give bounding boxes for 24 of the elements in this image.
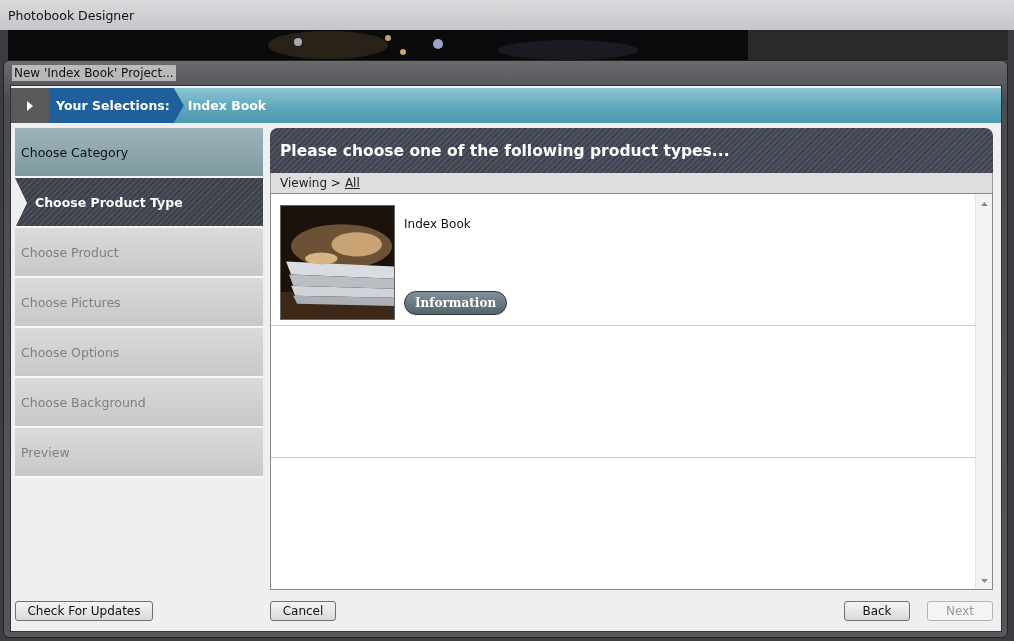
check-updates-button[interactable]: Check For Updates xyxy=(15,600,153,621)
step-item[interactable]: Choose Product Type xyxy=(15,178,263,228)
breadcrumb-label: Your Selections: xyxy=(49,88,184,123)
scroll-up-icon xyxy=(980,202,988,206)
step-item[interactable]: Preview xyxy=(15,428,263,478)
step-item[interactable]: Choose Options xyxy=(15,328,263,378)
window-title: Photobook Designer xyxy=(8,7,135,23)
scrollbar[interactable] xyxy=(975,194,992,589)
filter-link[interactable]: All xyxy=(344,176,360,190)
cancel-button[interactable]: Cancel xyxy=(270,600,336,621)
information-button[interactable]: Information xyxy=(404,291,508,315)
play-icon xyxy=(26,99,34,112)
breadcrumb-value: Index Book xyxy=(186,97,267,115)
panel-title: Please choose one of the following product types... xyxy=(280,141,730,160)
step-item[interactable]: Choose Background xyxy=(15,378,263,428)
step-item[interactable]: Choose Pictures xyxy=(15,278,263,328)
viewing-label: Viewing > xyxy=(280,176,341,190)
step-item[interactable]: Choose Product xyxy=(15,228,263,278)
scroll-down-icon xyxy=(980,579,988,583)
expand-button[interactable] xyxy=(11,88,49,123)
back-button[interactable]: Back xyxy=(844,600,910,621)
dialog-title: New 'Index Book' Project... xyxy=(12,65,176,81)
product-name: Index Book xyxy=(404,217,471,231)
step-item[interactable]: Choose Category xyxy=(15,128,263,178)
